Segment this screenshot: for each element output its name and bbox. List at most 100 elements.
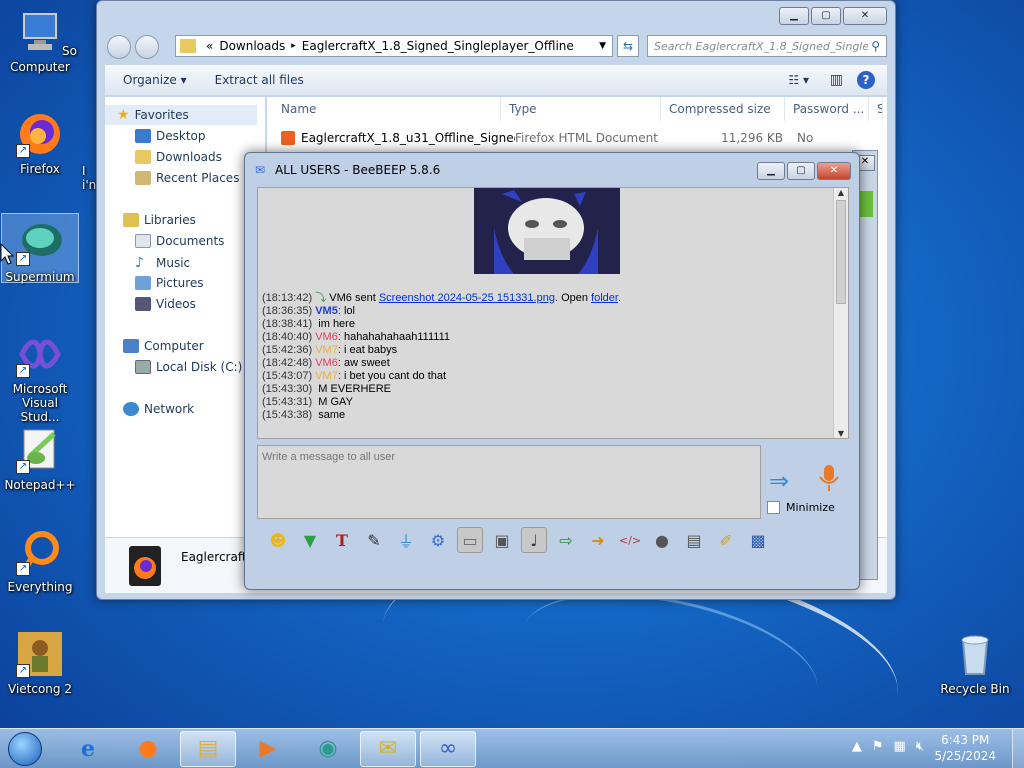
scroll-thumb[interactable] xyxy=(836,200,846,304)
nav-libraries[interactable]: Libraries xyxy=(123,213,196,227)
column-type[interactable]: Type xyxy=(501,97,661,121)
forward-button[interactable] xyxy=(135,35,159,59)
volume-muted-icon[interactable]: 🔇︎ xyxy=(916,739,924,754)
nav-favorites[interactable]: ★ Favorites xyxy=(105,105,257,125)
extract-all-button[interactable]: Extract all files xyxy=(215,73,304,87)
send-folder-icon[interactable]: ➜ xyxy=(585,527,611,553)
address-dropdown-icon[interactable]: ▼ xyxy=(599,41,606,51)
font-icon[interactable]: T xyxy=(329,527,355,553)
screenshot-icon[interactable]: ▤ xyxy=(681,527,707,553)
taskbar-beebeep-icon[interactable]: ✉ xyxy=(360,730,416,767)
notes-icon[interactable]: ✐ xyxy=(713,527,739,553)
refresh-icon[interactable]: ⇆ xyxy=(617,35,639,57)
preview-pane-icon[interactable]: ▥ xyxy=(830,72,843,88)
beebeep-app-icon: ✉ xyxy=(255,163,266,177)
scroll-down-icon[interactable]: ▼ xyxy=(834,429,848,438)
windows-orb-icon xyxy=(8,731,42,766)
column-name[interactable]: Name xyxy=(273,97,501,121)
address-overflow[interactable]: « xyxy=(206,39,213,53)
desktop-icon-firefox[interactable]: ↗ Firefox xyxy=(2,110,78,176)
html-code-icon[interactable]: </> xyxy=(617,527,643,553)
color-icon[interactable]: ✎ xyxy=(361,527,387,553)
start-button[interactable] xyxy=(0,729,50,768)
beebeep-window[interactable]: ✉ ALL USERS - BeeBEEP 5.8.6 ▁ ▢ ✕ (18:13… xyxy=(244,152,860,590)
column-password[interactable]: Password ... xyxy=(785,97,869,121)
nav-videos[interactable]: Videos xyxy=(135,297,196,311)
filter-icon[interactable]: ⏚ xyxy=(393,527,419,553)
breadcrumb-separator[interactable]: ▸ xyxy=(291,41,296,51)
minimize-checkbox-row[interactable]: Minimize xyxy=(767,501,835,514)
nav-downloads[interactable]: Downloads xyxy=(135,150,222,164)
sound-icon[interactable]: ♩ xyxy=(521,527,547,553)
view-options-icon[interactable]: ☷ ▾ xyxy=(788,73,809,87)
folder-link[interactable]: folder xyxy=(591,292,618,304)
nav-pictures[interactable]: Pictures xyxy=(135,276,204,290)
compact-view-icon[interactable]: ▭ xyxy=(457,527,483,553)
chat-view[interactable]: (18:13:42) ⤵ VM6 sent Screenshot 2024-05… xyxy=(257,187,849,439)
chat-log-icon[interactable]: ▣ xyxy=(489,527,515,553)
nav-desktop[interactable]: Desktop xyxy=(135,129,206,143)
network-tray-icon[interactable]: ▦ xyxy=(894,739,906,754)
message-user[interactable]: VM6 xyxy=(315,357,338,369)
breadcrumb-current[interactable]: EaglercraftX_1.8_Signed_Singleplayer_Off… xyxy=(302,39,574,53)
taskbar-firefox-icon[interactable]: ● xyxy=(120,731,176,767)
message-input[interactable]: Write a message to all user xyxy=(257,445,761,519)
breadcrumb-downloads[interactable]: Downloads xyxy=(219,39,285,53)
close-button[interactable]: ✕ xyxy=(817,162,851,180)
nav-computer[interactable]: Computer xyxy=(123,339,204,353)
message-user[interactable]: VM7 xyxy=(315,344,338,356)
taskbar-explorer-icon[interactable]: ▤ xyxy=(180,730,236,767)
search-input[interactable]: Search EaglercraftX_1.8_Signed_Single...… xyxy=(647,35,887,57)
chat-scrollbar[interactable]: ▲ ▼ xyxy=(833,188,848,438)
emoticon-icon[interactable]: ☻ xyxy=(265,527,291,553)
settings-gear-icon[interactable]: ⚙ xyxy=(425,527,451,553)
close-button[interactable]: ✕ xyxy=(843,7,887,25)
minimize-checkbox[interactable] xyxy=(767,501,780,514)
send-icon[interactable]: ⇒ xyxy=(769,467,789,495)
nav-recent-places[interactable]: Recent Places xyxy=(135,171,239,185)
file-link[interactable]: Screenshot 2024-05-25 151331.png xyxy=(379,292,555,304)
nav-documents[interactable]: Documents xyxy=(135,234,224,248)
send-file-icon[interactable]: ⇨ xyxy=(553,527,579,553)
microphone-icon[interactable] xyxy=(817,463,841,493)
maximize-button[interactable]: ▢ xyxy=(811,7,841,25)
minimize-button[interactable]: ▁ xyxy=(757,162,785,180)
save-chat-icon[interactable]: ▩ xyxy=(745,527,771,553)
action-center-flag-icon[interactable]: ⚑ xyxy=(872,739,884,754)
search-icon[interactable]: ⚲ xyxy=(871,39,880,53)
column-size[interactable]: Si xyxy=(869,97,883,121)
clock[interactable]: 6:43 PM 5/25/2024 xyxy=(934,732,996,764)
desktop-icon-computer[interactable]: Computer xyxy=(2,8,78,74)
desktop-icon-partial[interactable]: So xyxy=(62,44,98,58)
taskbar-media-player-icon[interactable]: ▶ xyxy=(240,731,296,767)
message-user[interactable]: VM7 xyxy=(315,370,338,382)
desktop-icon-everything[interactable]: ↗ Everything xyxy=(2,528,78,594)
scroll-up-icon[interactable]: ▲ xyxy=(834,188,848,197)
maximize-button[interactable]: ▢ xyxy=(787,162,815,180)
nav-music[interactable]: ♪ Music xyxy=(135,255,190,271)
organize-button[interactable]: Organize ▾ xyxy=(123,73,187,87)
desktop-icon-notepadpp[interactable]: ↗ Notepad++ xyxy=(2,426,78,492)
column-label: Name xyxy=(281,102,317,116)
address-bar[interactable]: « Downloads ▸ EaglercraftX_1.8_Signed_Si… xyxy=(175,35,613,57)
table-row[interactable]: EaglercraftX_1.8_u31_Offline_Signed Fire… xyxy=(273,129,885,147)
message-user[interactable]: VM5 xyxy=(315,305,338,317)
show-desktop-button[interactable] xyxy=(1012,729,1024,768)
nav-network[interactable]: Network xyxy=(123,402,194,416)
taskbar-supermium-icon[interactable]: ◉ xyxy=(300,731,356,767)
minimize-button[interactable]: ▁ xyxy=(779,7,809,25)
desktop-icon-recycle-bin[interactable]: Recycle Bin xyxy=(937,630,1013,696)
taskbar-visual-studio-icon[interactable]: ∞ xyxy=(420,730,476,767)
help-icon[interactable]: ? xyxy=(857,71,875,89)
column-compressed-size[interactable]: Compressed size xyxy=(661,97,785,121)
tray-overflow-icon[interactable]: ▲ xyxy=(852,739,862,754)
record-icon[interactable]: ● xyxy=(649,527,675,553)
collapse-icon[interactable]: ▼ xyxy=(297,527,323,553)
desktop-icon-visual-studio[interactable]: ↗ Microsoft Visual Stud... xyxy=(2,330,78,424)
desktop-icon-vietcong[interactable]: ↗ Vietcong 2 xyxy=(2,630,78,696)
taskbar-ie-icon[interactable]: e xyxy=(60,731,116,767)
message-user[interactable]: VM6 xyxy=(315,331,338,343)
everything-icon: ↗ xyxy=(16,528,64,576)
back-button[interactable] xyxy=(107,35,131,59)
nav-local-disk[interactable]: Local Disk (C:) xyxy=(135,360,242,374)
